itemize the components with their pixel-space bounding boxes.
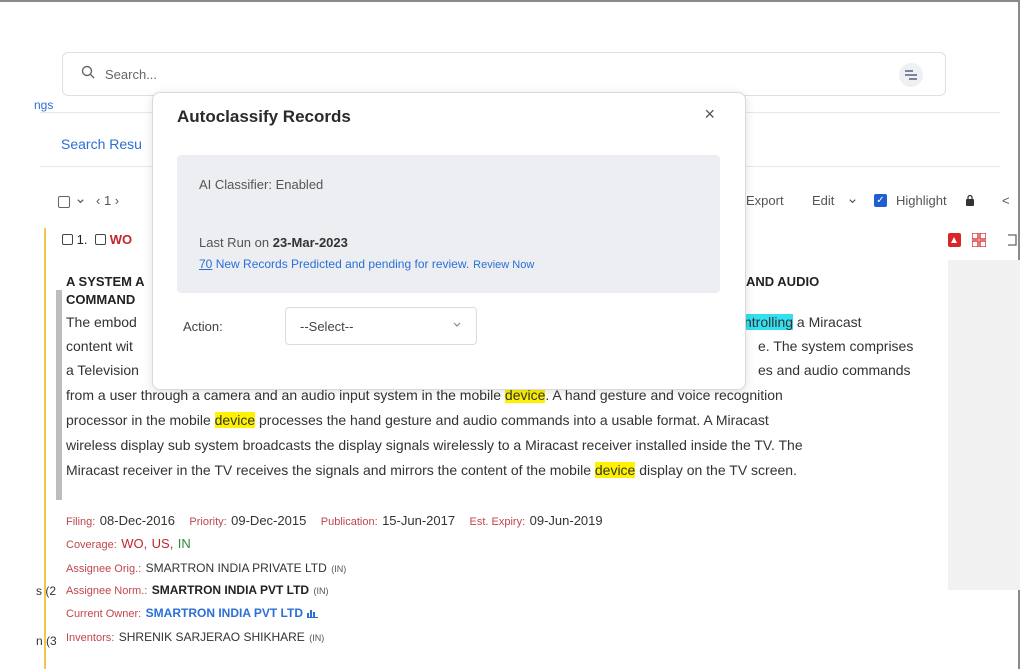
coverage-wo: WO, bbox=[121, 536, 148, 551]
last-run-date: 23-Mar-2023 bbox=[272, 235, 348, 250]
keyword-highlight: ntrolling bbox=[744, 314, 794, 330]
record-title-right[interactable]: AND AUDIO bbox=[746, 274, 819, 289]
coverage-us: US, bbox=[151, 536, 174, 551]
pdf-icon[interactable] bbox=[948, 233, 961, 247]
chevron-down-icon[interactable] bbox=[848, 197, 857, 206]
search-icon bbox=[81, 65, 95, 79]
action-label: Action: bbox=[183, 319, 223, 334]
export-button[interactable]: Export bbox=[746, 193, 784, 208]
record-edit-icon[interactable] bbox=[95, 234, 107, 245]
close-icon[interactable]: × bbox=[704, 105, 715, 123]
assignee-orig: Assignee Orig.: SMARTRON INDIA PRIVATE L… bbox=[66, 561, 347, 575]
search-options-button[interactable] bbox=[899, 63, 923, 87]
record-header: 1. WO bbox=[62, 232, 132, 247]
select-all-checkbox[interactable] bbox=[58, 196, 70, 208]
family-icon[interactable] bbox=[972, 233, 986, 247]
lock-icon bbox=[966, 194, 974, 206]
record-side-panel bbox=[948, 260, 1020, 590]
abstract-line: wireless display sub system broadcasts t… bbox=[66, 437, 803, 453]
classifier-info-panel: AI Classifier: Enabled Last Run on 23-Ma… bbox=[177, 155, 720, 293]
highlight-checkbox[interactable]: ✓ bbox=[874, 194, 887, 207]
filing-date: 08-Dec-2016 bbox=[99, 513, 175, 528]
facet-fragment-a[interactable]: s (2 bbox=[36, 584, 56, 598]
inventors: Inventors: SHRENIK SARJERAO SHIKHARE (IN… bbox=[66, 630, 325, 644]
coverage-in: IN bbox=[177, 536, 191, 551]
edit-menu[interactable]: Edit bbox=[812, 193, 834, 208]
record-accent-bar bbox=[44, 228, 46, 669]
chevron-down-icon[interactable] bbox=[76, 197, 85, 206]
record-checkbox[interactable] bbox=[62, 234, 73, 245]
abstract-line: Miracast receiver in the TV receives the… bbox=[66, 462, 797, 478]
search-bar bbox=[62, 52, 946, 96]
record-title-left[interactable]: A SYSTEM A bbox=[66, 274, 145, 289]
abstract-line: content wit bbox=[66, 338, 133, 354]
priority-date: 09-Dec-2015 bbox=[231, 513, 307, 528]
settings-link-fragment[interactable]: ngs bbox=[34, 98, 53, 112]
abstract-quote-bar bbox=[56, 290, 62, 500]
record-title-left-2[interactable]: COMMAND bbox=[66, 292, 135, 307]
ai-classifier-status: AI Classifier: Enabled bbox=[199, 177, 324, 192]
keyword-highlight: device bbox=[214, 412, 256, 428]
action-select[interactable]: --Select-- bbox=[285, 307, 477, 345]
abstract-line: ntrolling a Miracast bbox=[744, 314, 862, 330]
current-owner-link[interactable]: SMARTRON INDIA PVT LTD bbox=[146, 606, 303, 620]
pager[interactable]: ‹ 1 › bbox=[96, 193, 119, 208]
action-select-value: --Select-- bbox=[300, 319, 354, 334]
current-owner: Current Owner: SMARTRON INDIA PVT LTD bbox=[66, 604, 319, 622]
abstract-line: e. The system comprises bbox=[758, 338, 914, 354]
record-number: 1. bbox=[76, 232, 88, 247]
record-pub-number[interactable]: WO bbox=[110, 232, 132, 247]
bar-chart-icon[interactable] bbox=[307, 608, 319, 618]
search-input[interactable] bbox=[105, 63, 885, 85]
abstract-line: es and audio commands bbox=[758, 362, 911, 378]
filter-icon bbox=[905, 70, 917, 80]
assignee-norm: Assignee Norm.: SMARTRON INDIA PVT LTD (… bbox=[66, 583, 329, 597]
predicted-count-link[interactable]: 70 bbox=[199, 257, 212, 271]
abstract-line: The embod bbox=[66, 314, 137, 330]
publication-date: 15-Jun-2017 bbox=[382, 513, 456, 528]
highlight-label: Highlight bbox=[896, 193, 947, 208]
review-now-link[interactable]: Review Now bbox=[473, 259, 534, 271]
record-coverage: Coverage: WO, US, IN bbox=[66, 536, 191, 551]
share-button[interactable]: < bbox=[1002, 193, 1010, 208]
predicted-records: 70 New Records Predicted and pending for… bbox=[199, 257, 535, 271]
abstract-line: processor in the mobile device processes… bbox=[66, 412, 769, 428]
modal-title: Autoclassify Records bbox=[177, 107, 351, 126]
expiry-date: 09-Jun-2019 bbox=[529, 513, 603, 528]
search-results-tab[interactable]: Search Resu bbox=[61, 136, 142, 152]
keyword-highlight: device bbox=[594, 462, 636, 478]
facet-fragment-b[interactable]: n (3 bbox=[36, 634, 57, 648]
autoclassify-modal: Autoclassify Records × AI Classifier: En… bbox=[152, 92, 746, 390]
abstract-line: a Television bbox=[66, 362, 139, 378]
last-run: Last Run on 23-Mar-2023 bbox=[199, 235, 348, 250]
expand-icon[interactable] bbox=[1006, 233, 1018, 247]
chevron-down-icon bbox=[453, 322, 461, 327]
record-dates: Filing: 08-Dec-2016 Priority: 09-Dec-201… bbox=[66, 513, 603, 528]
